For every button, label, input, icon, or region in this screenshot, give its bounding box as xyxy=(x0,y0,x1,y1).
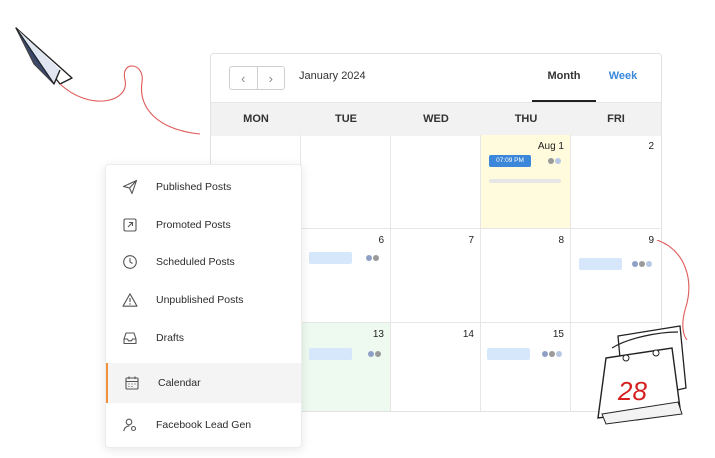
calendar-icon xyxy=(125,376,139,390)
clock-icon xyxy=(123,255,137,269)
calendar-cell[interactable]: 15 xyxy=(481,323,571,411)
arrow-up-right-box-icon xyxy=(123,218,137,232)
menu-item-published-posts[interactable]: Published Posts xyxy=(106,167,301,207)
menu-item-drafts[interactable]: Drafts xyxy=(106,318,301,358)
post-status-dots xyxy=(632,261,652,267)
paper-plane-icon xyxy=(122,179,138,195)
post-placeholder-line xyxy=(489,179,561,183)
cell-date: 14 xyxy=(462,329,474,340)
user-gear-icon xyxy=(123,418,137,432)
calendar-cell[interactable]: 8 xyxy=(481,229,571,323)
menu-item-unpublished-posts[interactable]: Unpublished Posts xyxy=(106,280,301,320)
post-status-dots xyxy=(368,351,381,357)
post-bar[interactable] xyxy=(579,258,622,270)
day-header: FRI xyxy=(607,113,625,125)
calendar-cell[interactable]: 9 xyxy=(571,229,660,323)
post-type-menu: Published Posts Promoted Posts Scheduled… xyxy=(105,164,302,448)
calendar-cell[interactable] xyxy=(301,135,391,229)
menu-item-label: Unpublished Posts xyxy=(156,294,244,306)
cell-date: Aug 1 xyxy=(537,141,564,152)
post-status-dots xyxy=(548,158,561,164)
post-status-dots xyxy=(542,351,562,357)
menu-item-scheduled-posts[interactable]: Scheduled Posts xyxy=(106,242,301,282)
calendar-cell[interactable]: 6 xyxy=(301,229,391,323)
calendar-cell[interactable]: 14 xyxy=(391,323,481,411)
chevron-left-icon[interactable]: ‹ xyxy=(230,67,257,89)
menu-item-label: Published Posts xyxy=(156,181,232,193)
month-nav: ‹ › xyxy=(229,66,285,90)
post-bar[interactable] xyxy=(309,252,352,264)
calendar-toolbar: ‹ › January 2024 Month Week xyxy=(211,54,661,102)
cell-date: 9 xyxy=(648,235,654,246)
cell-date: 13 xyxy=(372,329,384,340)
tab-week[interactable]: Week xyxy=(601,70,645,102)
tear-off-calendar-illustration-icon: 28 xyxy=(597,325,687,425)
calendar-cell[interactable]: 13 xyxy=(301,323,391,411)
cell-date: 8 xyxy=(558,235,564,246)
cell-date: 7 xyxy=(468,235,474,246)
chevron-right-icon[interactable]: › xyxy=(256,67,285,89)
calendar-page-number: 28 xyxy=(617,376,647,406)
post-bar[interactable] xyxy=(487,348,530,360)
inbox-tray-icon xyxy=(123,332,137,345)
menu-item-label: Facebook Lead Gen xyxy=(156,419,252,431)
menu-item-facebook-lead-gen[interactable]: Facebook Lead Gen xyxy=(106,405,301,445)
calendar-cell-today[interactable]: Aug 1 07:09 PM xyxy=(481,135,571,229)
menu-item-promoted-posts[interactable]: Promoted Posts xyxy=(106,205,301,245)
menu-item-label: Calendar xyxy=(158,377,201,389)
calendar-cell[interactable]: 2 xyxy=(571,135,660,229)
month-label: January 2024 xyxy=(299,70,366,82)
menu-item-label: Promoted Posts xyxy=(156,219,231,231)
day-header: TUE xyxy=(335,113,357,125)
scheduled-time-pill[interactable]: 07:09 PM xyxy=(489,155,531,167)
post-bar[interactable] xyxy=(309,348,352,360)
day-header: WED xyxy=(423,113,449,125)
post-status-dots xyxy=(366,255,379,261)
day-header-row: MON TUE WED THU FRI xyxy=(211,102,661,136)
cell-date: 2 xyxy=(648,141,654,152)
warning-triangle-icon xyxy=(122,293,138,307)
paper-plane-illustration-icon xyxy=(15,27,201,135)
menu-item-label: Drafts xyxy=(156,332,185,344)
calendar-cell[interactable]: 7 xyxy=(391,229,481,323)
day-header: THU xyxy=(514,113,538,125)
menu-item-label: Scheduled Posts xyxy=(156,256,235,268)
cell-date: 6 xyxy=(378,235,384,246)
tab-month[interactable]: Month xyxy=(532,70,596,102)
cell-date: 15 xyxy=(552,329,564,340)
day-header: MON xyxy=(243,113,269,125)
menu-item-calendar[interactable]: Calendar xyxy=(106,363,301,403)
calendar-cell[interactable] xyxy=(391,135,481,229)
